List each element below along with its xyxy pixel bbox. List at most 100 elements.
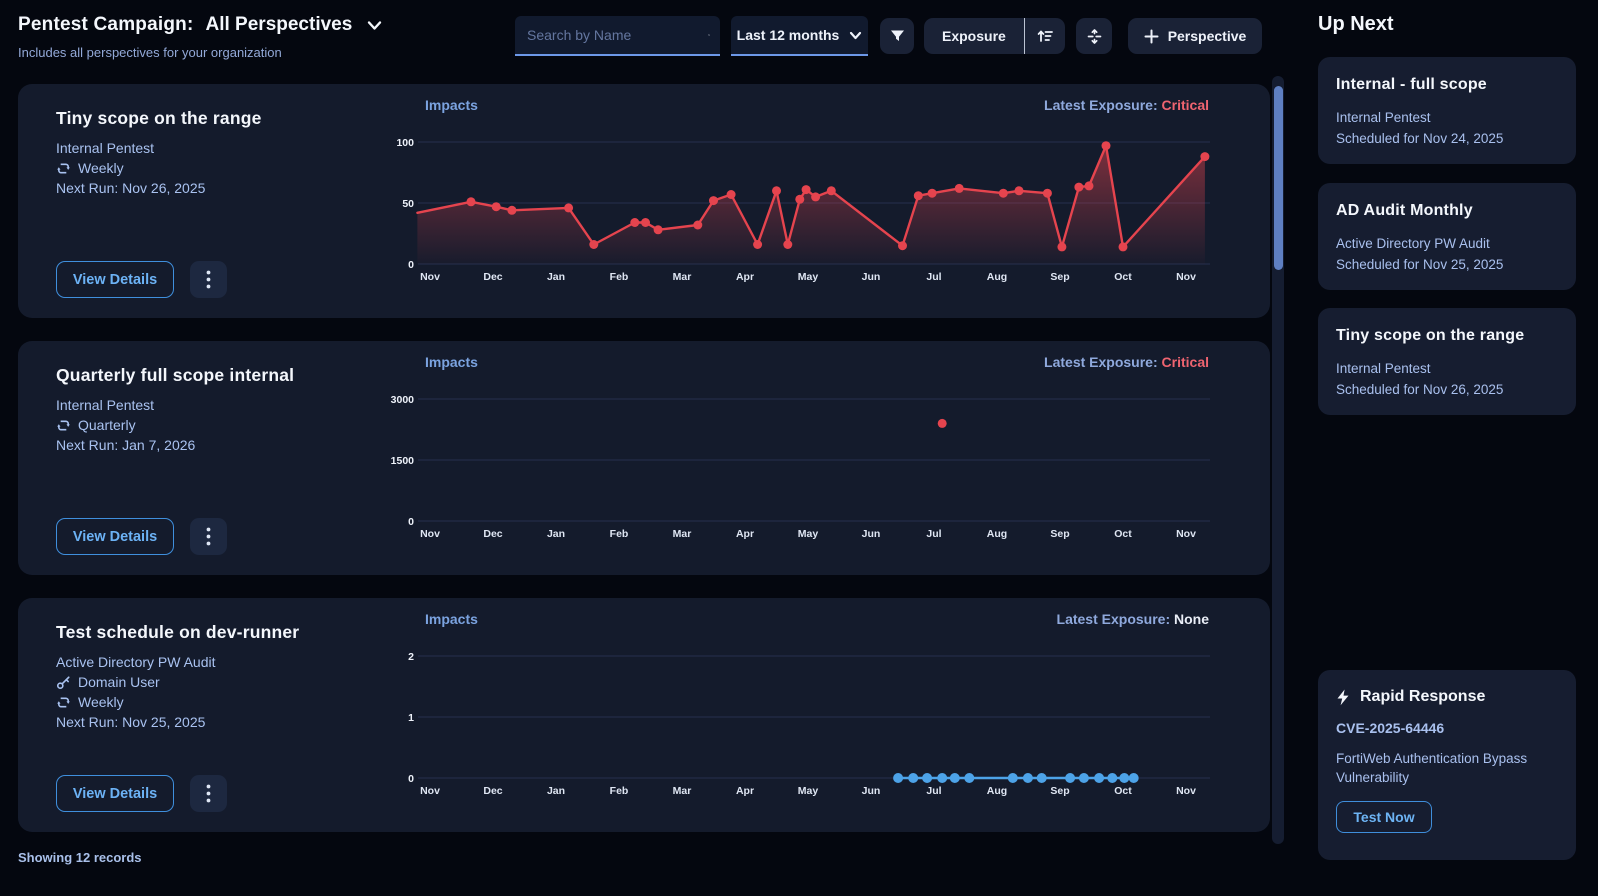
svg-text:Sep: Sep — [1050, 785, 1069, 797]
lightning-bolt-icon — [1336, 689, 1350, 706]
svg-text:Mar: Mar — [673, 271, 692, 283]
up-next-type: Active Directory PW Audit — [1336, 233, 1558, 254]
campaign-card: Test schedule on dev-runner Active Direc… — [18, 598, 1270, 832]
filter-button[interactable] — [880, 18, 914, 54]
search-box — [515, 16, 720, 56]
svg-text:1: 1 — [408, 712, 414, 724]
sort-direction-button[interactable] — [1025, 18, 1065, 54]
sort-ascending-icon — [1036, 27, 1054, 45]
time-range-value: Last 12 months — [737, 27, 840, 43]
add-perspective-label: Perspective — [1168, 28, 1247, 44]
up-next-card[interactable]: Tiny scope on the range Internal Pentest… — [1318, 308, 1576, 415]
svg-text:1500: 1500 — [391, 455, 415, 467]
scrollbar-track[interactable] — [1272, 76, 1284, 844]
campaign-type: Internal Pentest — [56, 395, 356, 415]
repeat-icon — [56, 161, 71, 176]
svg-text:Apr: Apr — [736, 528, 754, 540]
chevron-down-icon — [849, 29, 862, 42]
exposure-value: None — [1174, 611, 1209, 627]
svg-text:Apr: Apr — [736, 785, 754, 797]
svg-text:Oct: Oct — [1114, 785, 1132, 797]
campaign-frequency: Weekly — [56, 158, 356, 178]
up-next-card[interactable]: Internal - full scope Internal Pentest S… — [1318, 57, 1576, 164]
campaign-next-run: Next Run: Nov 25, 2025 — [56, 712, 356, 732]
up-next-name: Tiny scope on the range — [1336, 327, 1558, 345]
repeat-icon — [56, 695, 71, 710]
svg-text:Jun: Jun — [862, 271, 881, 283]
add-perspective-button[interactable]: Perspective — [1128, 18, 1262, 54]
impacts-chart: Impacts Latest Exposure: Critical 300015… — [370, 341, 1215, 575]
chart-plot: 210NovDecJanFebMarAprMayJunJulAugSepOctN… — [370, 642, 1215, 812]
up-next-scheduled: Scheduled for Nov 26, 2025 — [1336, 379, 1558, 400]
campaign-credential: Domain User — [56, 672, 356, 692]
svg-text:Jul: Jul — [926, 528, 941, 540]
svg-text:Dec: Dec — [483, 271, 502, 283]
svg-text:Nov: Nov — [420, 271, 440, 283]
records-count-status: Showing 12 records — [18, 850, 142, 865]
latest-exposure: Latest Exposure: Critical — [1044, 354, 1209, 370]
svg-text:Jun: Jun — [862, 785, 881, 797]
exposure-value: Critical — [1162, 354, 1209, 370]
svg-text:Jan: Jan — [547, 271, 565, 283]
svg-text:May: May — [798, 528, 819, 540]
impacts-chart: Impacts Latest Exposure: Critical 100500… — [370, 84, 1215, 318]
perspective-selected-value: All Perspectives — [206, 14, 353, 36]
svg-text:Dec: Dec — [483, 785, 502, 797]
page-header: Pentest Campaign: All Perspectives Inclu… — [18, 14, 383, 60]
svg-text:Nov: Nov — [420, 785, 440, 797]
kebab-menu-icon — [206, 784, 211, 803]
campaign-card: Quarterly full scope internal Internal P… — [18, 341, 1270, 575]
card-menu-button[interactable] — [190, 518, 227, 555]
exposure-sort-field-button[interactable]: Exposure — [924, 18, 1024, 54]
unfold-vertical-icon — [1086, 28, 1103, 45]
page-subtitle: Includes all perspectives for your organ… — [18, 45, 383, 60]
search-icon — [708, 26, 710, 44]
svg-text:Sep: Sep — [1050, 271, 1069, 283]
view-details-button[interactable]: View Details — [56, 775, 174, 812]
exposure-sort-group: Exposure — [924, 18, 1065, 54]
view-details-button[interactable]: View Details — [56, 518, 174, 555]
test-now-button[interactable]: Test Now — [1336, 801, 1432, 833]
campaign-card: Tiny scope on the range Internal Pentest… — [18, 84, 1270, 318]
rapid-response-card: Rapid Response CVE-2025-64446 FortiWeb A… — [1318, 670, 1576, 860]
plus-icon — [1144, 29, 1159, 44]
svg-text:Aug: Aug — [987, 785, 1007, 797]
up-next-type: Internal Pentest — [1336, 358, 1558, 379]
svg-text:0: 0 — [408, 259, 414, 271]
unfold-vertical-button[interactable] — [1076, 18, 1112, 54]
card-menu-button[interactable] — [190, 775, 227, 812]
campaign-next-run: Next Run: Nov 26, 2025 — [56, 178, 356, 198]
svg-text:Feb: Feb — [610, 271, 629, 283]
latest-exposure: Latest Exposure: Critical — [1044, 97, 1209, 113]
search-input[interactable] — [527, 27, 708, 43]
chart-title: Impacts — [425, 611, 478, 627]
card-menu-button[interactable] — [190, 261, 227, 298]
svg-text:50: 50 — [402, 198, 414, 210]
svg-text:Jul: Jul — [926, 271, 941, 283]
campaign-next-run: Next Run: Jan 7, 2026 — [56, 435, 356, 455]
up-next-name: AD Audit Monthly — [1336, 202, 1558, 220]
svg-text:Jan: Jan — [547, 528, 565, 540]
time-range-select[interactable]: Last 12 months — [731, 16, 868, 56]
up-next-card[interactable]: AD Audit Monthly Active Directory PW Aud… — [1318, 183, 1576, 290]
kebab-menu-icon — [206, 270, 211, 289]
view-details-button[interactable]: View Details — [56, 261, 174, 298]
chart-plot: 300015000NovDecJanFebMarAprMayJunJulAugS… — [370, 385, 1215, 555]
campaign-frequency: Weekly — [56, 692, 356, 712]
svg-text:100: 100 — [396, 137, 414, 149]
svg-text:Aug: Aug — [987, 271, 1007, 283]
key-icon — [56, 675, 71, 690]
campaign-name: Quarterly full scope internal — [56, 365, 356, 386]
chevron-down-icon — [366, 17, 383, 34]
scrollbar-thumb[interactable] — [1274, 86, 1283, 270]
svg-text:0: 0 — [408, 516, 414, 528]
chart-title: Impacts — [425, 354, 478, 370]
svg-text:Oct: Oct — [1114, 271, 1132, 283]
svg-text:Sep: Sep — [1050, 528, 1069, 540]
svg-text:Dec: Dec — [483, 528, 502, 540]
perspective-selector[interactable]: All Perspectives — [206, 14, 384, 36]
exposure-value: Critical — [1162, 97, 1209, 113]
campaign-type: Internal Pentest — [56, 138, 356, 158]
up-next-heading: Up Next — [1318, 13, 1394, 36]
up-next-name: Internal - full scope — [1336, 76, 1558, 94]
